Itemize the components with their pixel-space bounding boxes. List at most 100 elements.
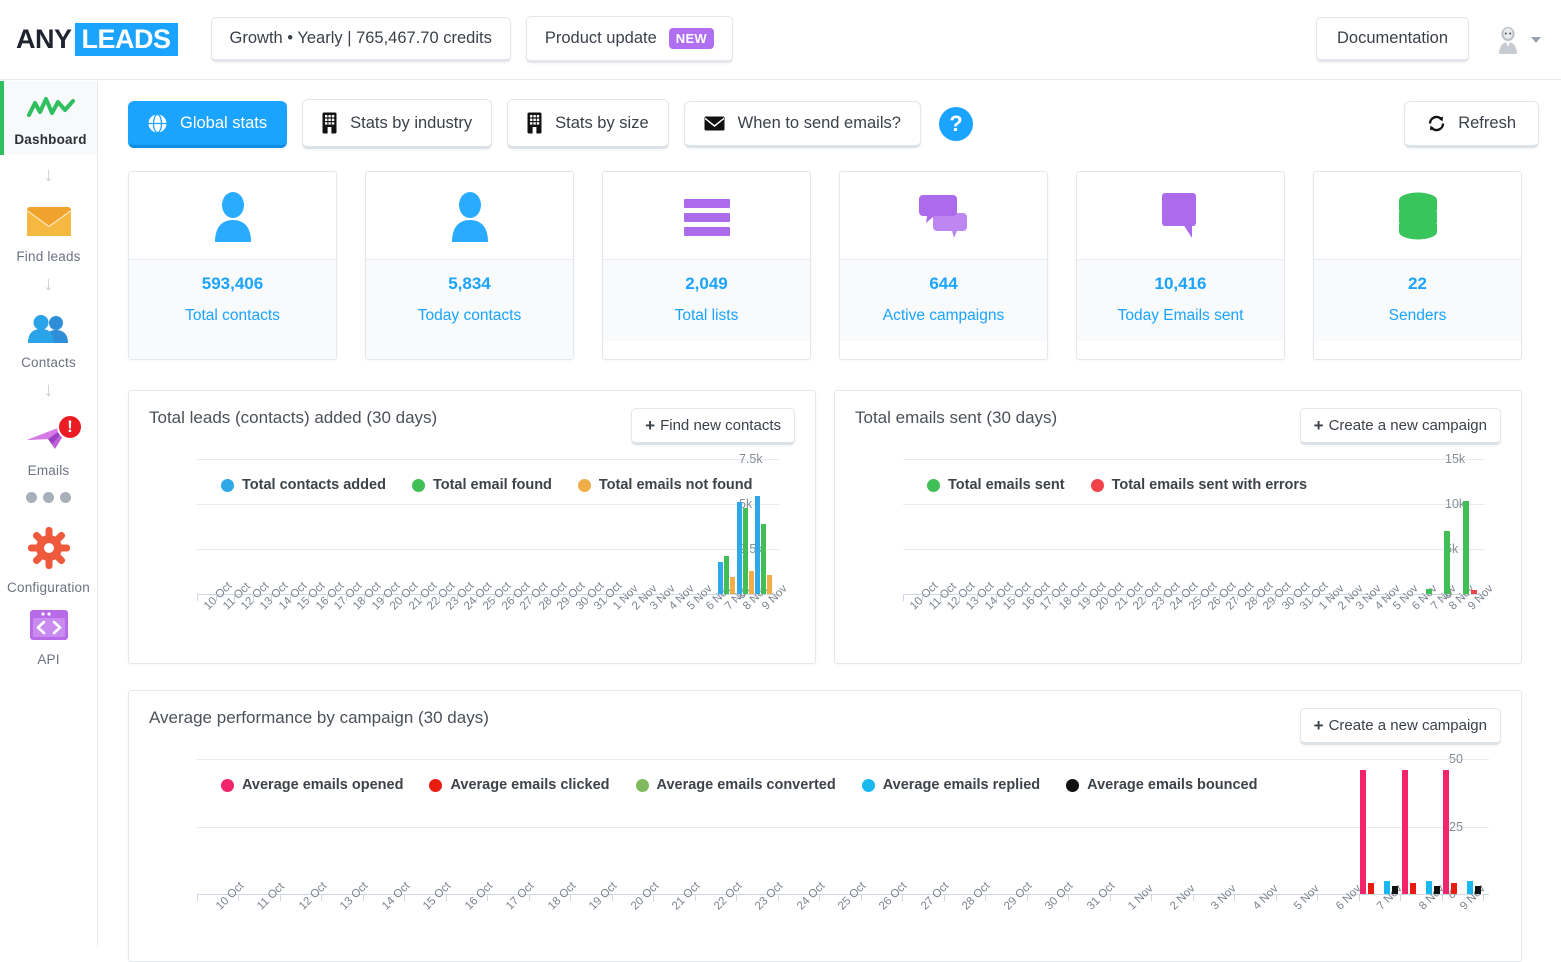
legend-item[interactable]: Average emails clicked [429,777,609,793]
chart-bar[interactable] [749,571,754,594]
x-axis-tick [717,594,718,601]
legend-item[interactable]: Total emails sent [927,477,1065,493]
create-campaign-button-perf[interactable]: + Create a new campaign [1300,708,1501,745]
create-campaign-button-emails[interactable]: + Create a new campaign [1300,408,1501,445]
gridline [197,459,779,460]
plan-credits-button[interactable]: Growth • Yearly | 765,467.70 credits [211,17,511,62]
sidebar-item-emails[interactable]: ! Emails [0,406,97,478]
product-update-button[interactable]: Product update NEW [526,16,733,63]
sidebar-arrow-2: ↓ [0,264,97,300]
x-axis-tick [1275,594,1276,601]
chart-bar[interactable] [724,556,729,594]
x-axis-tick [550,594,551,601]
legend-item[interactable]: Total contacts added [221,477,386,493]
legend-item[interactable]: Average emails replied [862,777,1040,793]
sidebar-label-emails: Emails [0,463,97,478]
chart-bar[interactable] [737,502,742,594]
sidebar-item-dashboard[interactable]: Dashboard [0,81,97,155]
stat-card-today-contacts[interactable]: 5,834 Today contacts [365,171,574,360]
chart-bar[interactable] [1368,883,1374,894]
legend-item[interactable]: Average emails bounced [1066,777,1257,793]
chart-bar[interactable] [1426,881,1432,895]
product-update-label: Product update [545,29,657,48]
chart-bar[interactable] [1471,590,1477,594]
chart-bar[interactable] [1443,770,1449,894]
x-axis-tick [1107,594,1108,601]
legend-color-dot [927,479,940,492]
stat-card-total-lists[interactable]: 2,049 Total lists [602,171,811,360]
user-menu[interactable] [1495,26,1541,54]
chart-bar[interactable] [1426,589,1432,594]
stat-card-today-emails-sent[interactable]: 10,416 Today Emails sent [1076,171,1285,360]
plus-icon: + [645,417,655,434]
chart-bar[interactable] [718,562,723,594]
chart-total-emails-sent: 05k10k15kTotal emails sentTotal emails s… [855,459,1485,659]
x-axis-tick [308,594,309,601]
x-axis-tick [346,594,347,601]
x-axis-label: 18 Oct [546,880,578,912]
gridline [197,549,779,550]
tab-when-to-send-emails[interactable]: When to send emails? [684,101,921,148]
documentation-button[interactable]: Documentation [1316,17,1469,62]
sidebar-item-configuration[interactable]: Configuration [0,513,97,595]
chart-panels-row: Total leads (contacts) added (30 days) +… [128,390,1539,664]
chart-bar[interactable] [730,577,735,594]
chart-bar[interactable] [1475,886,1481,894]
chart-bar[interactable] [1451,883,1457,894]
more-dots-icon[interactable] [0,478,97,513]
x-axis-tick [959,594,960,601]
chart-bar[interactable] [1392,886,1398,894]
x-axis-tick [695,894,696,901]
chart-bar[interactable] [1467,881,1473,895]
building-icon [527,112,542,134]
legend-item[interactable]: Total emails not found [578,477,753,493]
chart-bar[interactable] [1410,883,1416,894]
x-axis-tick [699,594,700,601]
chart-bar[interactable] [761,524,766,594]
x-axis-tick [1014,594,1015,601]
y-axis-tick-label: 15k [1445,452,1485,466]
tab-stats-by-size[interactable]: Stats by size [507,99,669,149]
sidebar-item-contacts[interactable]: Contacts [0,300,97,370]
legend-color-dot [221,479,234,492]
chart-bar[interactable] [755,496,760,594]
x-axis-tick [280,894,281,901]
stat-card-active-campaigns[interactable]: 644 Active campaigns [839,171,1048,360]
x-axis-label: 17 Oct [504,880,536,912]
legend-item[interactable]: Total emails sent with errors [1091,477,1308,493]
x-axis-tick [606,594,607,601]
sidebar-item-api[interactable]: API [0,595,97,667]
legend-item[interactable]: Average emails opened [221,777,403,793]
chart-bar[interactable] [1444,531,1450,594]
chart-bar[interactable] [1360,770,1366,894]
refresh-button[interactable]: Refresh [1404,101,1539,148]
stat-card-senders[interactable]: 22 Senders [1313,171,1522,360]
sidebar-item-find-leads[interactable]: Find leads [0,191,97,264]
chart-bar[interactable] [1402,770,1408,894]
stat-label: Senders [1314,307,1521,325]
chart-bar[interactable] [743,508,748,594]
x-axis-tick [1219,594,1220,601]
plus-icon: + [1314,717,1324,734]
legend-label: Average emails replied [883,777,1040,793]
tab-global-stats[interactable]: Global stats [128,101,287,148]
stat-card-total-contacts[interactable]: 593,406 Total contacts [128,171,337,360]
x-axis-tick [940,594,941,601]
legend-item[interactable]: Average emails converted [636,777,836,793]
chart-bar[interactable] [1384,881,1390,895]
find-new-contacts-button[interactable]: + Find new contacts [631,408,795,445]
x-axis-tick [197,594,198,601]
chart-bar[interactable] [1434,886,1440,894]
chart-bar[interactable] [1463,501,1469,594]
gridline [903,504,1485,505]
logo-leads-text: LEADS [75,23,178,56]
stat-value: 593,406 [129,274,336,294]
x-axis-tick [1483,894,1484,901]
chart-line-icon [27,95,75,121]
chart-bar[interactable] [767,575,772,594]
x-axis-tick [587,594,588,601]
help-icon[interactable]: ? [939,107,973,141]
tab-stats-by-industry[interactable]: Stats by industry [302,99,492,149]
legend-item[interactable]: Total email found [412,477,552,493]
stat-value: 22 [1314,274,1521,294]
